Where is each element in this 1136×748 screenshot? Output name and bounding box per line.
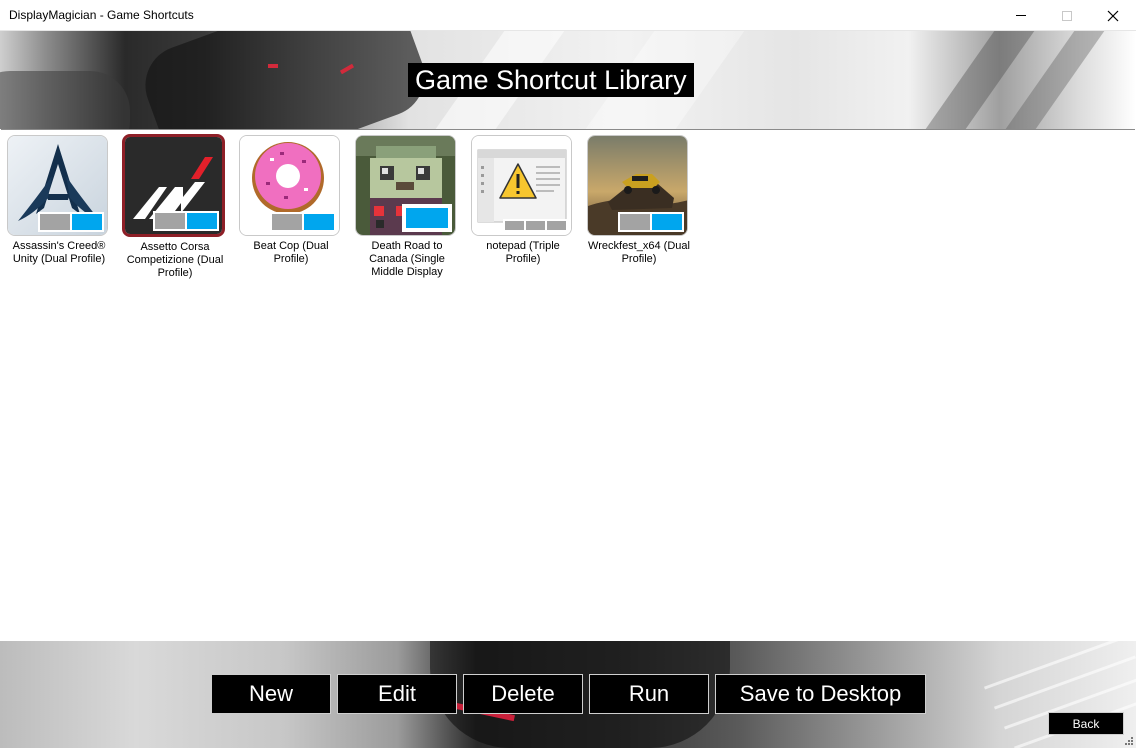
new-button[interactable]: New xyxy=(211,674,331,714)
shortcut-tile[interactable]: Wreckfest_x64 (Dual Profile) xyxy=(584,135,694,266)
shortcut-label: Beat Cop (Dual Profile) xyxy=(253,240,329,265)
shortcut-thumbnail[interactable] xyxy=(355,135,456,236)
shortcut-thumbnail[interactable] xyxy=(122,134,225,237)
run-button[interactable]: Run xyxy=(589,674,709,714)
shortcut-list[interactable]: Assassin's Creed® Unity (Dual Profile) A… xyxy=(1,129,1135,641)
shortcut-label: Wreckfest_x64 (Dual Profile) xyxy=(588,240,690,265)
close-icon xyxy=(1107,10,1119,21)
shortcut-thumbnail[interactable] xyxy=(7,135,108,236)
window-title: DisplayMagician - Game Shortcuts xyxy=(9,8,194,22)
shortcut-tile[interactable]: Assassin's Creed® Unity (Dual Profile) xyxy=(4,135,114,266)
dual-profile-badge xyxy=(270,212,336,232)
single-display-badge xyxy=(402,204,452,232)
shortcut-thumbnail[interactable] xyxy=(471,135,572,236)
back-button[interactable]: Back xyxy=(1048,712,1124,735)
shortcut-tile[interactable]: Beat Cop (Dual Profile) xyxy=(236,135,346,266)
save-to-desktop-button[interactable]: Save to Desktop xyxy=(715,674,926,714)
triple-profile-badge xyxy=(503,219,568,232)
minimize-icon xyxy=(1016,15,1026,16)
shortcut-label: Assassin's Creed® Unity (Dual Profile) xyxy=(12,240,106,265)
shortcut-label: Assetto Corsa Competizione (Dual Profile… xyxy=(126,241,224,279)
edit-button[interactable]: Edit xyxy=(337,674,457,714)
shortcut-tile[interactable]: Death Road to Canada (Single Middle Disp… xyxy=(352,135,462,279)
dual-profile-badge xyxy=(618,212,684,232)
delete-button[interactable]: Delete xyxy=(463,674,583,714)
shortcut-label: notepad (Triple Profile) xyxy=(486,240,560,265)
shortcut-tile[interactable]: notepad (Triple Profile) xyxy=(468,135,578,266)
title-bar: DisplayMagician - Game Shortcuts xyxy=(0,0,1136,31)
dual-profile-badge xyxy=(153,211,219,231)
resize-grip-icon[interactable] xyxy=(1124,736,1134,746)
close-button[interactable] xyxy=(1090,0,1136,31)
shortcut-thumbnail[interactable] xyxy=(587,135,688,236)
shortcut-thumbnail[interactable] xyxy=(239,135,340,236)
dual-profile-badge xyxy=(38,212,104,232)
page-title: Game Shortcut Library xyxy=(408,63,694,97)
shortcut-tile-selected[interactable]: Assetto Corsa Competizione (Dual Profile… xyxy=(120,134,230,280)
maximize-icon xyxy=(1062,10,1072,21)
minimize-button[interactable] xyxy=(998,0,1044,31)
shortcut-label: Death Road to Canada (Single Middle Disp… xyxy=(369,240,445,278)
maximize-button[interactable] xyxy=(1044,0,1090,31)
